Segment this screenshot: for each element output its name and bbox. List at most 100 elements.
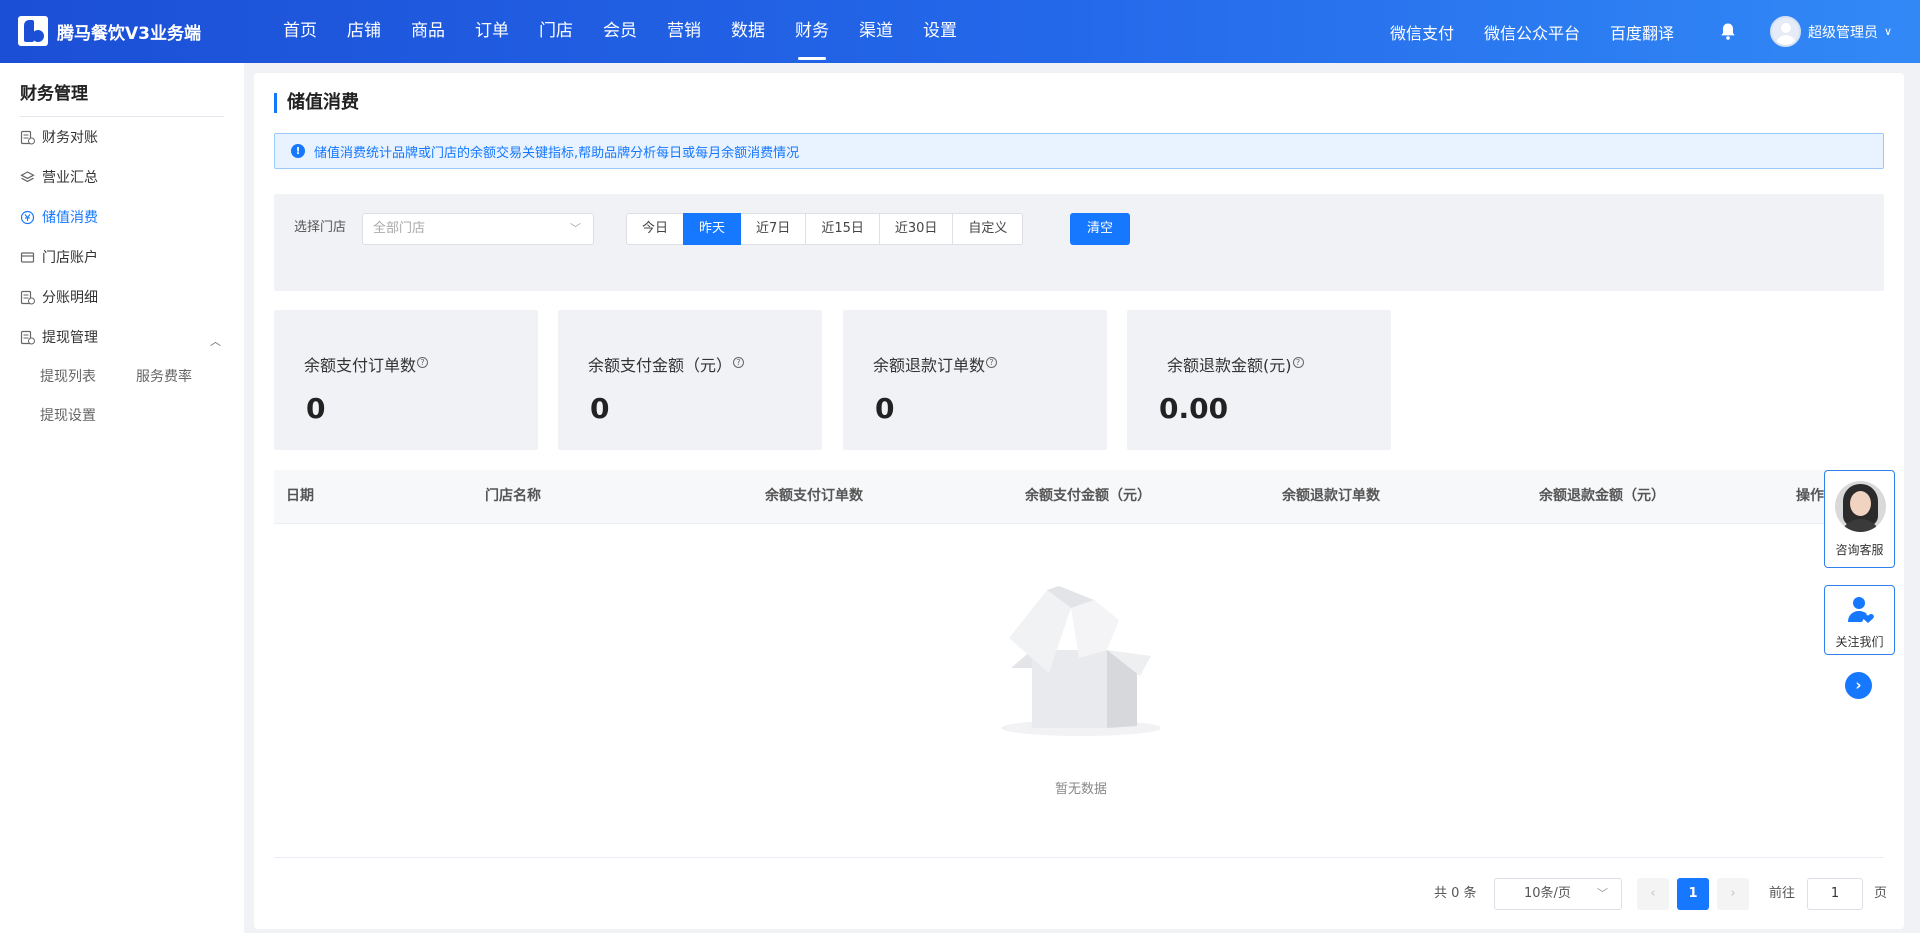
sidebar-item-reconciliation[interactable]: 财务对账 [20,127,98,147]
column-actions: 操作 [1796,488,1824,504]
range-custom-button[interactable]: 自定义 [952,213,1024,245]
page-number-current[interactable]: 1 [1677,878,1709,910]
bell-icon[interactable] [1719,22,1737,41]
user-menu[interactable]: 超级管理员 ∨ [1770,16,1892,47]
chevron-up-icon[interactable]: ︿ [210,333,221,349]
stat-value: 0 [875,392,895,425]
filter-panel: 选择门店 全部门店 ﹀ 今日 昨天 近7日 近15日 近30日 自定义 清空 [274,194,1884,291]
stat-value: 0.00 [1159,392,1229,425]
wechat-mp-link[interactable]: 微信公众平台 [1484,20,1580,44]
range-today-button[interactable]: 今日 [626,213,685,245]
stat-value: 0 [306,392,326,425]
sidebar-item-stored-value[interactable]: 储值消费 [20,207,98,227]
nav-orders[interactable]: 订单 [460,0,524,63]
sidebar-sub-withdrawal-list[interactable]: 提现列表 [40,366,96,386]
range-15days-button[interactable]: 近15日 [805,213,880,245]
sidebar-item-withdrawal[interactable]: 提现管理 [20,327,98,347]
sidebar: 财务管理 财务对账 营业汇总 储值消费 门店账户 分账明细 提现管理 ︿ 提现列… [0,63,244,933]
empty-box-icon [1001,586,1161,736]
sidebar-item-label: 营业汇总 [42,170,98,186]
stored-value-icon [20,210,35,224]
stat-label: 余额支付订单数? [304,352,429,376]
sidebar-sub-service-rate[interactable]: 服务费率 [136,366,192,386]
follow-us-widget[interactable]: 关注我们 [1824,585,1895,655]
range-7days-button[interactable]: 近7日 [740,213,807,245]
nav-channels[interactable]: 渠道 [844,0,908,63]
sidebar-item-label: 分账明细 [42,290,98,306]
main-nav: 首页 店铺 商品 订单 门店 会员 营销 数据 财务 渠道 设置 [268,0,972,63]
card-icon [20,251,35,263]
help-icon[interactable]: ? [417,356,429,368]
stat-value: 0 [590,392,610,425]
chevron-down-icon: ∨ [1884,25,1893,38]
stat-card-pay-orders: 余额支付订单数? 0 [274,310,538,450]
avatar [1770,16,1801,47]
stat-card-pay-amount: 余额支付金额（元）? 0 [558,310,822,450]
baidu-translate-link[interactable]: 百度翻译 [1610,20,1674,44]
header-links: 微信支付 微信公众平台 百度翻译 [1390,0,1704,63]
help-icon[interactable]: ? [1292,356,1304,368]
nav-finance[interactable]: 财务 [780,0,844,63]
column-date: 日期 [286,488,314,504]
column-pay-amount: 余额支付金额（元） [1025,488,1151,504]
prev-page-button[interactable]: ‹ [1637,878,1669,910]
sidebar-item-summary[interactable]: 营业汇总 [20,167,98,187]
customer-service-widget[interactable]: 咨询客服 [1824,470,1895,568]
brand-logo[interactable]: 腾马餐饮V3业务端 [18,16,201,46]
next-page-button[interactable]: › [1717,878,1749,910]
goto-page-input[interactable]: 1 [1807,878,1863,910]
stat-label: 余额退款订单数? [873,352,998,376]
app-title: 腾马餐饮V3业务端 [57,23,201,44]
page-title: 储值消费 [274,93,359,113]
empty-state-text: 暂无数据 [1054,782,1107,797]
clear-button[interactable]: 清空 [1070,213,1130,245]
sidebar-item-label: 门店账户 [42,250,98,266]
stat-label-text: 余额退款金额(元) [1167,356,1292,375]
nav-data[interactable]: 数据 [716,0,780,63]
stat-label-text: 余额支付金额（元） [588,356,733,375]
nav-goods[interactable]: 商品 [396,0,460,63]
range-yesterday-button[interactable]: 昨天 [683,213,742,245]
page-size-select[interactable]: 10条/页 ﹀ [1494,878,1622,910]
main-content: 储值消费 ! 储值消费统计品牌或门店的余额交易关键指标,帮助品牌分析每日或每月余… [254,73,1904,929]
nav-home[interactable]: 首页 [268,0,332,63]
nav-stores[interactable]: 门店 [524,0,588,63]
top-header: 腾马餐饮V3业务端 首页 店铺 商品 订单 门店 会员 营销 数据 财务 渠道 … [0,0,1920,63]
nav-settings[interactable]: 设置 [908,0,972,63]
sidebar-sub-withdrawal-settings[interactable]: 提现设置 [40,405,96,425]
sidebar-divider [20,116,224,117]
user-name: 超级管理员 [1808,24,1878,41]
sidebar-item-split-details[interactable]: 分账明细 [20,287,98,307]
nav-marketing[interactable]: 营销 [652,0,716,63]
sidebar-item-store-account[interactable]: 门店账户 [20,247,98,267]
help-icon[interactable]: ? [733,356,745,368]
help-icon[interactable]: ? [986,356,998,368]
range-30days-button[interactable]: 近30日 [878,213,954,245]
stat-card-refund-orders: 余额退款订单数? 0 [843,310,1107,450]
follow-us-label: 关注我们 [1835,635,1884,649]
info-notice: ! 储值消费统计品牌或门店的余额交易关键指标,帮助品牌分析每日或每月余额消费情况 [274,133,1884,169]
column-refund-orders: 余额退款订单数 [1282,488,1380,504]
sidebar-item-label: 提现管理 [42,330,98,346]
nav-shop[interactable]: 店铺 [332,0,396,63]
wechat-pay-link[interactable]: 微信支付 [1390,20,1454,44]
store-select[interactable]: 全部门店 ﹀ [362,213,594,245]
chevron-down-icon: ﹀ [1597,887,1608,900]
nav-members[interactable]: 会员 [588,0,652,63]
user-heart-icon [1848,597,1874,623]
chevron-down-icon: ﹀ [570,222,581,235]
notice-text: 储值消费统计品牌或门店的余额交易关键指标,帮助品牌分析每日或每月余额消费情况 [314,145,800,161]
ledger-icon [20,290,35,304]
logo-icon [18,16,48,46]
column-store-name: 门店名称 [485,488,541,504]
column-pay-orders: 余额支付订单数 [765,488,863,504]
stat-label-text: 余额退款订单数 [873,356,986,375]
goto-label: 前往 [1769,886,1796,901]
sidebar-item-label: 财务对账 [42,130,98,146]
chevron-right-icon[interactable]: › [1845,672,1872,699]
customer-service-label: 咨询客服 [1835,543,1884,557]
page-size-value: 10条/页 [1524,886,1571,901]
table-header: 日期 门店名称 余额支付订单数 余额支付金额（元） 余额退款订单数 余额退款金额… [274,470,1884,524]
stat-label: 余额支付金额（元）? [588,352,745,376]
stat-label: 余额退款金额(元)? [1167,352,1304,376]
